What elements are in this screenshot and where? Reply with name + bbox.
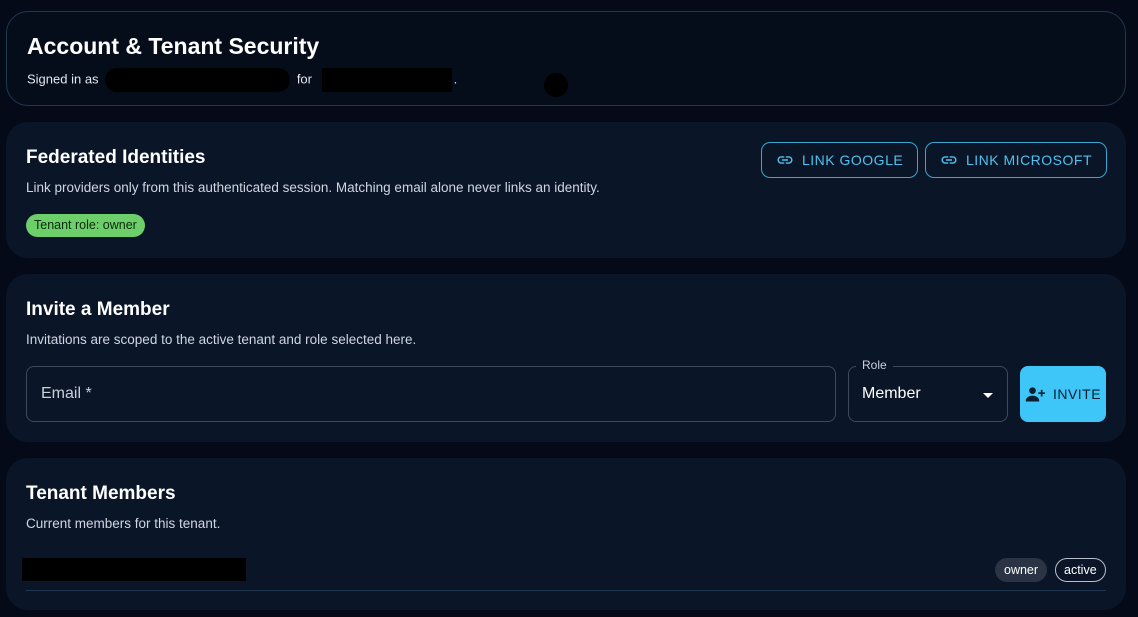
tenant-members-card: Tenant Members Current members for this … bbox=[6, 458, 1126, 610]
signed-in-prefix: Signed in as bbox=[27, 71, 99, 87]
role-select-label: Role bbox=[856, 358, 893, 372]
redacted-member-name bbox=[22, 558, 246, 581]
federated-identities-card: Federated Identities Link providers only… bbox=[6, 122, 1126, 258]
role-select-value: Member bbox=[862, 385, 921, 402]
email-field-label: Email * bbox=[41, 385, 92, 402]
link-google-label: LINK GOOGLE bbox=[802, 152, 904, 168]
link-icon bbox=[777, 156, 793, 164]
member-role-badge: owner bbox=[995, 558, 1048, 582]
header-card: Account & Tenant Security Signed in as f… bbox=[6, 11, 1126, 106]
link-microsoft-button[interactable]: LINK MICROSOFT bbox=[925, 142, 1108, 178]
link-microsoft-label: LINK MICROSOFT bbox=[966, 152, 1093, 168]
invite-title: Invite a Member bbox=[26, 299, 170, 320]
link-icon bbox=[941, 156, 957, 164]
invite-member-card: Invite a Member Invitations are scoped t… bbox=[6, 274, 1126, 442]
tenant-role-chip: Tenant role: owner bbox=[26, 214, 145, 237]
federated-description: Link providers only from this authentica… bbox=[26, 180, 600, 195]
federated-title: Federated Identities bbox=[26, 147, 206, 168]
signed-in-line: Signed in as for . bbox=[27, 68, 457, 92]
link-google-button[interactable]: LINK GOOGLE bbox=[761, 142, 919, 178]
for-word: for bbox=[296, 71, 312, 87]
email-field[interactable]: Email * bbox=[26, 366, 836, 422]
invite-description: Invitations are scoped to the active ten… bbox=[26, 332, 417, 347]
redacted-user bbox=[105, 68, 291, 92]
invite-button[interactable]: INVITE bbox=[1020, 366, 1106, 422]
page-title: Account & Tenant Security bbox=[27, 33, 320, 59]
member-status-badge: active bbox=[1055, 558, 1106, 582]
person-add-icon bbox=[1025, 387, 1045, 402]
role-select[interactable]: Member bbox=[848, 366, 1008, 422]
redacted-mark bbox=[544, 73, 568, 97]
redacted-tenant bbox=[321, 68, 452, 92]
invite-button-label: INVITE bbox=[1052, 386, 1102, 402]
chevron-down-icon bbox=[983, 393, 993, 398]
table-row: owner active bbox=[22, 556, 1106, 591]
trailing-period: . bbox=[453, 71, 458, 87]
members-title: Tenant Members bbox=[26, 483, 176, 504]
members-description: Current members for this tenant. bbox=[26, 516, 221, 531]
